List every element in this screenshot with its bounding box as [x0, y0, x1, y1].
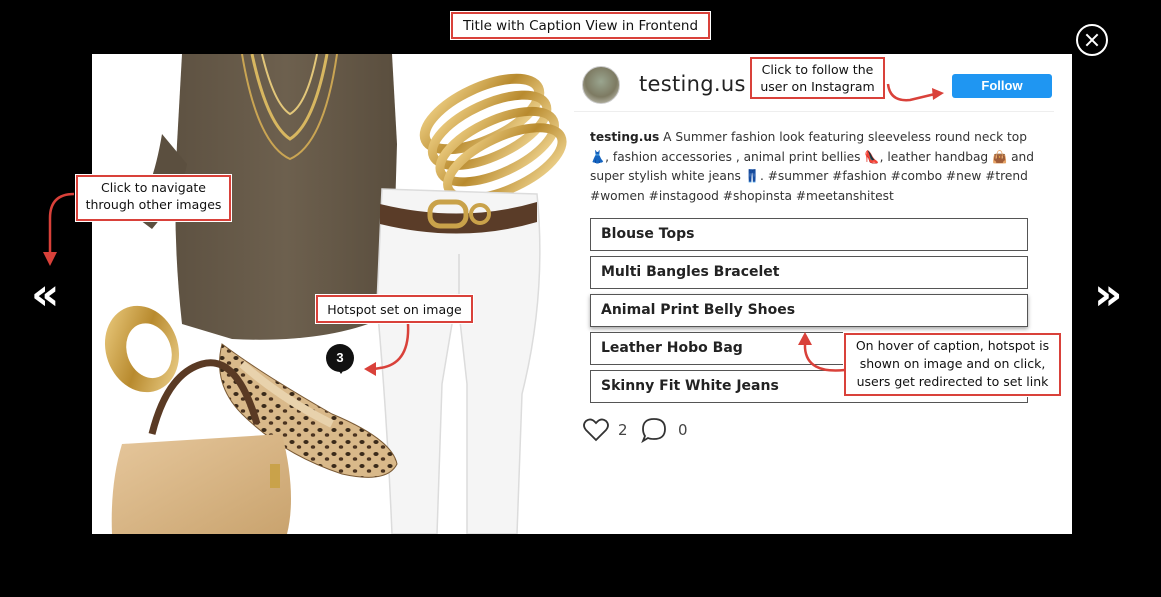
hotspot-annotation: Hotspot set on image [316, 295, 473, 323]
follow-button[interactable]: Follow [952, 74, 1052, 98]
hotspot-marker[interactable]: 3 [326, 344, 354, 374]
title-annotation: Title with Caption View in Frontend [451, 12, 710, 39]
fashion-collage-image [104, 54, 567, 534]
caption-tag-blouse-tops[interactable]: Blouse Tops [590, 218, 1028, 251]
navigate-arrow-icon [43, 192, 75, 266]
comment-icon[interactable] [640, 416, 668, 444]
caption-hover-annotation: On hover of caption, hotspot is shown on… [844, 333, 1061, 396]
hotspot-arrow-icon [364, 323, 410, 376]
follow-arrow-icon [886, 83, 944, 102]
post-info-panel: testing.us testing.us A Summer fashion l… [574, 54, 1072, 534]
caption-tag-multi-bangles-bracelet[interactable]: Multi Bangles Bracelet [590, 256, 1028, 289]
prev-image-button[interactable]: « [31, 273, 59, 317]
close-icon[interactable] [1076, 24, 1108, 56]
follow-annotation: Click to follow the user on Instagram [750, 57, 885, 99]
caption-arrow-icon [798, 332, 846, 372]
next-image-button[interactable]: » [1094, 273, 1122, 317]
post-caption: testing.us A Summer fashion look featuri… [590, 128, 1042, 206]
caption-username[interactable]: testing.us [590, 130, 659, 144]
post-modal: 3 testing.us testing.us A Summer fashion… [92, 54, 1072, 534]
username[interactable]: testing.us [639, 72, 746, 96]
navigate-annotation: Click to navigate through other images [76, 175, 231, 221]
caption-tag-animal-print-belly-shoes[interactable]: Animal Print Belly Shoes [590, 294, 1028, 327]
heart-icon[interactable] [582, 416, 610, 444]
like-count: 2 [618, 421, 628, 439]
post-image: 3 [92, 54, 574, 534]
avatar[interactable] [582, 66, 620, 104]
comment-count: 0 [678, 421, 688, 439]
